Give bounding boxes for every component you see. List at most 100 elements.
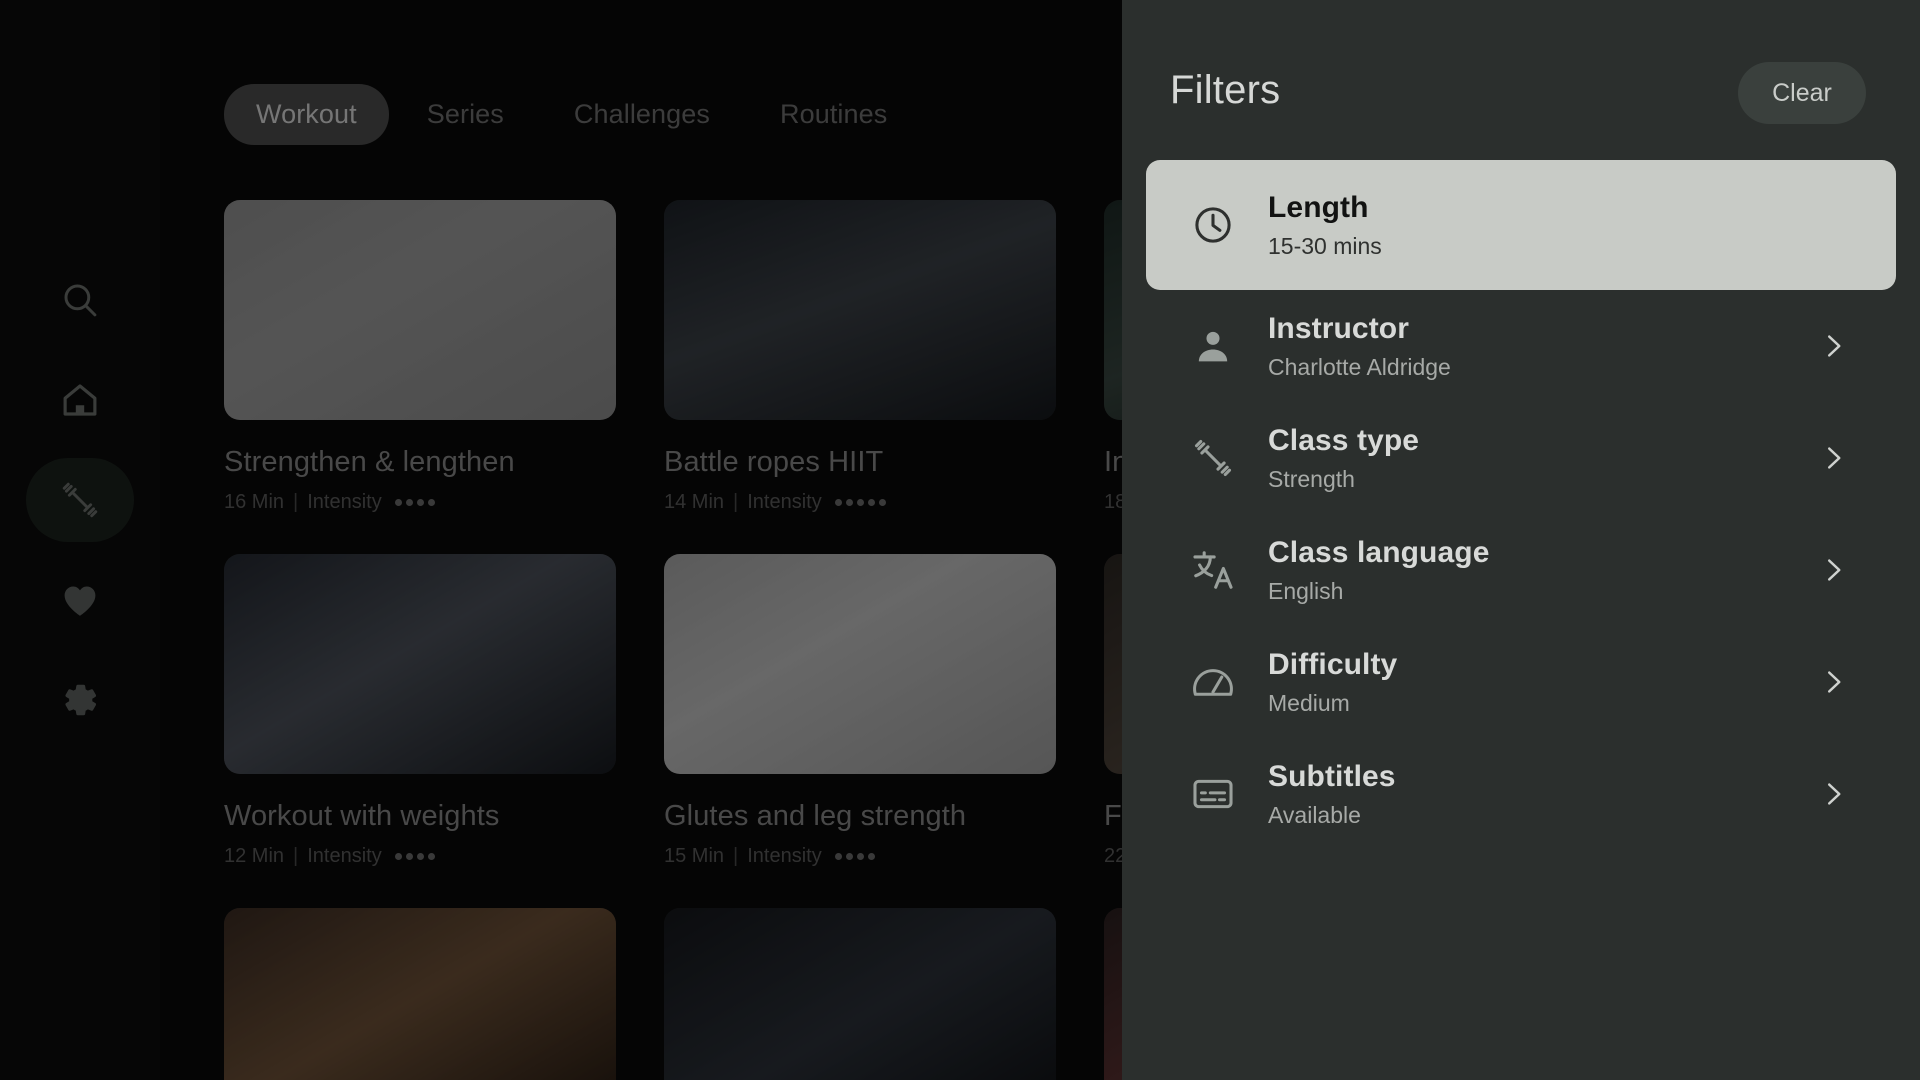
meta-separator: |: [733, 845, 739, 867]
clock-icon: [1182, 202, 1244, 248]
filter-value: Available: [1268, 801, 1361, 828]
workout-card-meta: 15 Min | Intensity: [664, 845, 1056, 868]
intensity-dot: [834, 853, 842, 860]
tab-label: Challenges: [573, 99, 710, 129]
intensity-dot: [856, 853, 864, 860]
filter-label: Instructor: [1268, 312, 1410, 346]
workout-duration: 12 Min: [224, 845, 285, 867]
chevron-right-icon[interactable]: [1818, 667, 1848, 697]
workout-thumbnail[interactable]: [224, 908, 616, 1080]
workout-card[interactable]: Strengthen & lengthen 16 Min | Intensity: [224, 200, 616, 514]
intensity-dot: [427, 853, 435, 860]
gear-icon: [58, 678, 102, 722]
chevron-right-icon[interactable]: [1818, 779, 1848, 809]
dumbbell-icon: [58, 478, 102, 522]
intensity-dot: [856, 499, 864, 506]
filters-panel-header: Filters Clear: [1122, 0, 1920, 160]
page-title: Filters: [1170, 68, 1281, 112]
filter-label: Class language: [1268, 536, 1490, 570]
workout-card-meta: 12 Min | Intensity: [224, 845, 616, 868]
filter-text-block: Length 15-30 mins: [1268, 191, 1818, 259]
intensity-label: Intensity: [307, 845, 382, 867]
filter-text-block: Subtitles Available: [1268, 760, 1818, 828]
filter-label: Subtitles: [1268, 760, 1396, 794]
sidebar-item-settings[interactable]: [26, 658, 134, 742]
filter-row-difficulty[interactable]: Difficulty Medium: [1146, 626, 1896, 738]
intensity-dot: [845, 853, 853, 860]
sidebar-item-workouts[interactable]: [26, 458, 134, 542]
workout-card-title: Workout with weights: [224, 800, 500, 832]
clear-filters-button[interactable]: Clear: [1738, 62, 1866, 124]
filter-text-block: Class type Strength: [1268, 424, 1818, 492]
tab-routines[interactable]: Routines: [748, 84, 919, 145]
filter-value: English: [1268, 577, 1344, 604]
tab-label: Workout: [256, 99, 357, 129]
chevron-right-icon[interactable]: [1818, 331, 1848, 361]
meta-separator: |: [293, 491, 299, 513]
workout-thumbnail[interactable]: [224, 554, 616, 774]
thumbnail-image: [224, 908, 616, 1080]
intensity-dot: [416, 499, 424, 506]
intensity-label: Intensity: [747, 845, 822, 867]
chevron-right-icon[interactable]: [1818, 555, 1848, 585]
intensity-label: Intensity: [307, 491, 382, 513]
workout-thumbnail[interactable]: [664, 554, 1056, 774]
filter-row-length[interactable]: Length 15-30 mins: [1146, 160, 1896, 290]
app-root: Workout Series Challenges Routines Stren…: [0, 0, 1920, 1080]
workout-thumbnail[interactable]: [664, 908, 1056, 1080]
workout-card[interactable]: Workout with weights 12 Min | Intensity: [224, 554, 616, 868]
filter-value: Charlotte Aldridge: [1268, 353, 1451, 380]
intensity-dot: [867, 853, 875, 860]
workout-duration: 16 Min: [224, 491, 285, 513]
thumbnail-image: [224, 554, 616, 774]
intensity-label: Intensity: [747, 491, 822, 513]
workout-card-title: Battle ropes HIIT: [664, 446, 884, 478]
sidebar-item-home[interactable]: [26, 358, 134, 442]
translate-icon: [1182, 547, 1244, 593]
intensity-dot: [867, 499, 875, 506]
intensity-dots: [394, 499, 435, 506]
dumbbell-icon: [1182, 435, 1244, 481]
thumbnail-image: [664, 908, 1056, 1080]
filter-row-class-language[interactable]: Class language English: [1146, 514, 1896, 626]
workout-card-meta: 16 Min | Intensity: [224, 491, 616, 514]
home-icon: [59, 379, 101, 421]
intensity-dot: [416, 853, 424, 860]
intensity-dots: [394, 853, 435, 860]
workout-thumbnail[interactable]: [224, 200, 616, 420]
intensity-dot: [405, 499, 413, 506]
heart-icon: [59, 579, 101, 621]
workout-card[interactable]: Dumbbell circuit17 Min|Intensity: [664, 908, 1056, 1080]
filter-text-block: Class language English: [1268, 536, 1818, 604]
filter-text-block: Difficulty Medium: [1268, 648, 1818, 716]
workout-card[interactable]: Chest and back25 Min|Intensity: [224, 908, 616, 1080]
workout-card[interactable]: Glutes and leg strength 15 Min | Intensity: [664, 554, 1056, 868]
filter-label: Class type: [1268, 424, 1420, 458]
filter-value: Medium: [1268, 689, 1350, 716]
tab-label: Routines: [779, 99, 888, 129]
intensity-dots: [834, 853, 875, 860]
sidebar-item-favorites[interactable]: [26, 558, 134, 642]
filter-row-instructor[interactable]: Instructor Charlotte Aldridge: [1146, 290, 1896, 402]
tab-challenges[interactable]: Challenges: [542, 84, 742, 145]
workout-card[interactable]: Battle ropes HIIT 14 Min | Intensity: [664, 200, 1056, 514]
filter-value: Strength: [1268, 465, 1355, 492]
intensity-dot: [394, 853, 402, 860]
filter-row-class-type[interactable]: Class type Strength: [1146, 402, 1896, 514]
subtitles-icon: [1182, 771, 1244, 817]
search-icon: [59, 279, 101, 321]
tab-series[interactable]: Series: [395, 84, 536, 145]
filter-text-block: Instructor Charlotte Aldridge: [1268, 312, 1818, 380]
tab-label: Series: [426, 99, 504, 129]
filter-row-subtitles[interactable]: Subtitles Available: [1146, 738, 1896, 850]
workout-card-title: Strengthen & lengthen: [224, 446, 515, 478]
tab-workout[interactable]: Workout: [224, 84, 389, 145]
sidebar-item-search[interactable]: [26, 258, 134, 342]
filter-label: Difficulty: [1268, 648, 1398, 682]
filters-list: Length 15-30 mins Instructor Charlotte Aldr…: [1122, 160, 1920, 850]
chevron-right-icon[interactable]: [1818, 443, 1848, 473]
intensity-dot: [427, 499, 435, 506]
thumbnail-image: [664, 200, 1056, 420]
workout-thumbnail[interactable]: [664, 200, 1056, 420]
intensity-dot: [834, 499, 842, 506]
